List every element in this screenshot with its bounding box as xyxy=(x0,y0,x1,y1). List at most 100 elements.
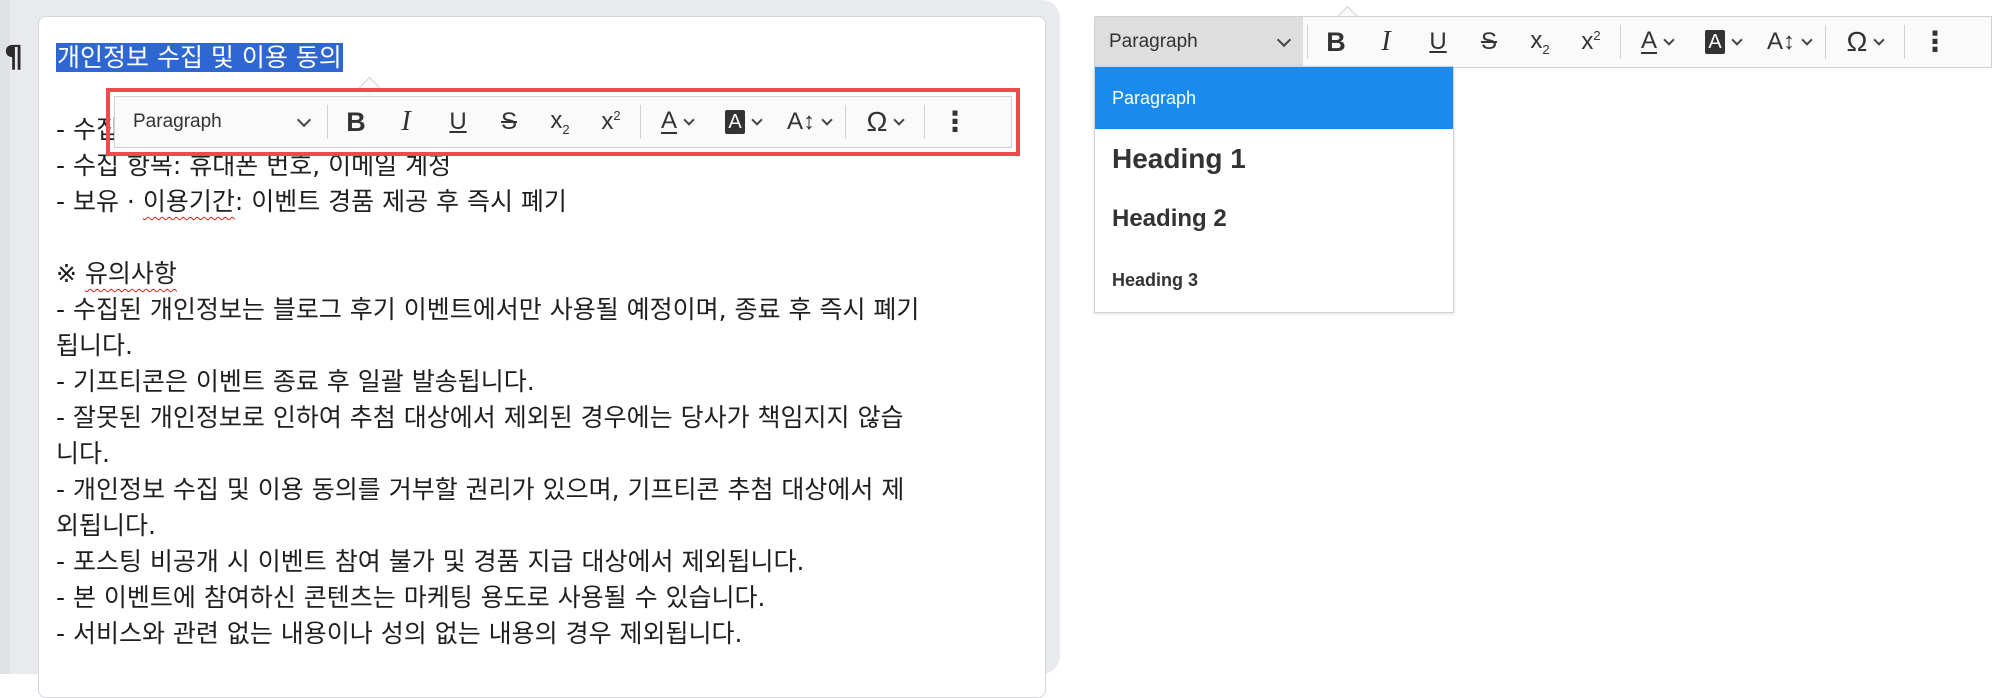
bold-button[interactable]: B xyxy=(1312,17,1360,67)
subscript-icon: x2 xyxy=(550,107,569,137)
chevron-down-icon xyxy=(1801,34,1813,46)
highlight-box: Paragraph B I U S x2 x2 A A A↕ Ω ⋮ xyxy=(106,88,1020,156)
omega-icon: Ω xyxy=(866,106,888,137)
chevron-down-icon xyxy=(1663,34,1675,46)
toolbar-divider xyxy=(1620,25,1621,59)
block-format-dropdown: Paragraph Heading 1 Heading 2 Heading 3 xyxy=(1094,66,1454,313)
strikethrough-button[interactable]: S xyxy=(1464,17,1514,67)
toolbar-divider xyxy=(1904,25,1905,59)
strikethrough-icon: S xyxy=(1480,28,1497,55)
doc-line: - 기프티콘은 이벤트 종료 후 일괄 발송됩니다. xyxy=(56,367,535,396)
font-size-icon: A↕ xyxy=(1766,28,1795,55)
font-color-button[interactable]: A xyxy=(645,97,709,147)
chevron-down-icon xyxy=(821,114,833,126)
subscript-mark: 2 xyxy=(1542,41,1550,57)
font-color-button[interactable]: A xyxy=(1625,17,1689,67)
more-vertical-icon: ⋮ xyxy=(1921,26,1949,57)
notice-mark: ※ xyxy=(56,259,85,288)
block-format-value: Paragraph xyxy=(1109,31,1198,52)
more-vertical-icon: ⋮ xyxy=(941,106,969,137)
font-size-icon: A↕ xyxy=(786,108,815,135)
underline-icon: U xyxy=(1429,28,1447,55)
bold-button[interactable]: B xyxy=(332,97,380,147)
chevron-down-icon xyxy=(1276,32,1292,47)
italic-icon: I xyxy=(1381,26,1391,57)
dropdown-option-paragraph[interactable]: Paragraph xyxy=(1095,67,1453,129)
strikethrough-icon: S xyxy=(500,108,517,135)
spellcheck-word[interactable]: 유의사항 xyxy=(85,259,177,288)
strikethrough-button[interactable]: S xyxy=(484,97,534,147)
more-options-button[interactable]: ⋮ xyxy=(1909,17,1961,67)
doc-line: - 개인정보 수집 및 이용 동의를 거부할 권리가 있으며, 기프티콘 추첨 … xyxy=(56,475,905,504)
doc-line: 니다. xyxy=(56,439,110,468)
underline-icon: U xyxy=(449,108,467,135)
toolbar-divider xyxy=(327,105,328,139)
font-size-button[interactable]: A↕ xyxy=(1757,17,1821,67)
subscript-button[interactable]: x2 xyxy=(534,97,586,147)
doc-text-fragment: : 이벤트 경품 제공 후 즉시 폐기 xyxy=(234,187,567,216)
underline-button[interactable]: U xyxy=(432,97,484,147)
italic-button[interactable]: I xyxy=(380,97,432,147)
italic-icon: I xyxy=(401,106,411,137)
subscript-glyph: x xyxy=(1530,27,1543,55)
chevron-down-icon xyxy=(1731,34,1743,46)
bold-icon: B xyxy=(1326,26,1346,57)
omega-icon: Ω xyxy=(1846,26,1868,57)
special-character-button[interactable]: Ω xyxy=(850,97,920,147)
dropdown-option-heading-1[interactable]: Heading 1 xyxy=(1095,129,1453,189)
toolbar-divider xyxy=(924,105,925,139)
doc-line: - 보유 · 이용기간: 이벤트 경품 제공 후 즉시 폐기 xyxy=(56,184,1026,220)
floating-toolbar: Paragraph B I U S x2 x2 A A A↕ Ω ⋮ xyxy=(114,96,1012,148)
superscript-icon: x2 xyxy=(601,108,620,136)
doc-line: - 서비스와 관련 없는 내용이나 성의 없는 내용의 경우 제외됩니다. xyxy=(56,619,743,648)
chevron-down-icon xyxy=(751,114,763,126)
doc-line: - 잘못된 개인정보로 인하여 추첨 대상에서 제외된 경우에는 당사가 책임지… xyxy=(56,403,904,432)
toolbar-divider xyxy=(640,105,641,139)
subscript-icon: x2 xyxy=(1530,27,1549,57)
font-color-icon: A xyxy=(660,107,677,134)
toolbar-divider xyxy=(1307,25,1308,59)
subscript-glyph: x xyxy=(550,107,563,135)
background-color-icon: A xyxy=(725,110,745,134)
superscript-glyph: x xyxy=(1581,28,1594,55)
superscript-glyph: x xyxy=(601,108,614,135)
toolbar-divider xyxy=(845,105,846,139)
dropdown-option-heading-2[interactable]: Heading 2 xyxy=(1095,189,1453,249)
toolbar-divider xyxy=(1825,25,1826,59)
block-format-value: Paragraph xyxy=(133,111,222,132)
formatting-toolbar: Paragraph B I U S x2 x2 A A A↕ Ω ⋮ xyxy=(1094,16,1992,68)
doc-line: 됩니다. xyxy=(56,331,133,360)
chevron-down-icon xyxy=(893,114,906,126)
chevron-down-icon xyxy=(683,114,695,126)
bold-icon: B xyxy=(346,106,366,137)
chevron-down-icon xyxy=(296,112,312,127)
superscript-button[interactable]: x2 xyxy=(586,97,636,147)
background-color-button[interactable]: A xyxy=(709,97,777,147)
chevron-down-icon xyxy=(1873,34,1886,46)
subscript-mark: 2 xyxy=(562,121,570,137)
superscript-mark: 2 xyxy=(1593,28,1601,43)
notice-heading: ※ 유의사항 xyxy=(56,256,1026,292)
special-character-button[interactable]: Ω xyxy=(1830,17,1900,67)
document-title-selected[interactable]: 개인정보 수집 및 이용 동의 xyxy=(56,43,343,72)
doc-line: 외됩니다. xyxy=(56,511,156,540)
font-color-icon: A xyxy=(1640,27,1657,54)
italic-button[interactable]: I xyxy=(1360,17,1412,67)
block-format-select[interactable]: Paragraph xyxy=(115,97,323,147)
background-color-icon: A xyxy=(1705,30,1725,54)
doc-line: - 수집된 개인정보는 블로그 후기 이벤트에서만 사용될 예정이며, 종료 후… xyxy=(56,295,920,324)
background-color-button[interactable]: A xyxy=(1689,17,1757,67)
superscript-icon: x2 xyxy=(1581,28,1600,56)
more-options-button[interactable]: ⋮ xyxy=(929,97,981,147)
doc-line: - 포스팅 비공개 시 이벤트 참여 불가 및 경품 지급 대상에서 제외됩니다… xyxy=(56,547,805,576)
underline-button[interactable]: U xyxy=(1412,17,1464,67)
dropdown-option-heading-3[interactable]: Heading 3 xyxy=(1095,249,1453,311)
font-size-button[interactable]: A↕ xyxy=(777,97,841,147)
subscript-button[interactable]: x2 xyxy=(1514,17,1566,67)
paragraph-mark-icon: ¶ xyxy=(4,40,24,75)
doc-text-fragment: - 보유 · xyxy=(56,187,143,216)
block-format-select[interactable]: Paragraph xyxy=(1095,17,1303,67)
superscript-button[interactable]: x2 xyxy=(1566,17,1616,67)
superscript-mark: 2 xyxy=(613,108,621,123)
spellcheck-word[interactable]: 이용기간 xyxy=(143,187,235,216)
